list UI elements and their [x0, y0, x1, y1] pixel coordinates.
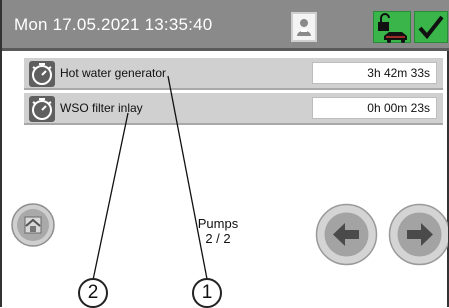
- callout-2: 2: [78, 278, 108, 308]
- callout-1: 1: [192, 278, 222, 308]
- callout-leader-lines: [92, 75, 208, 281]
